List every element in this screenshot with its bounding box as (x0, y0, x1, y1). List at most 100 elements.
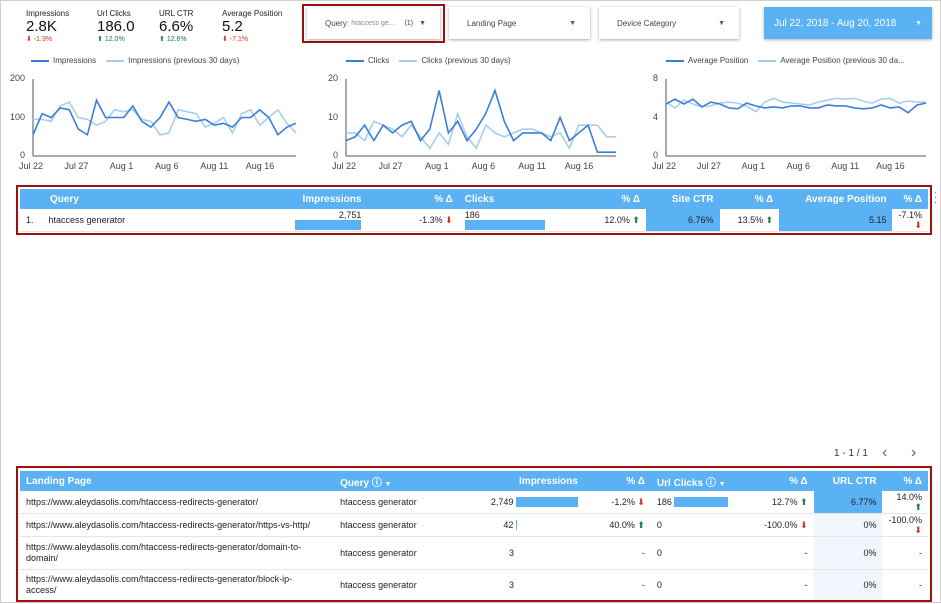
landing-page-label: Landing Page (467, 18, 517, 28)
impressions-value: 42 (503, 519, 514, 530)
col-delta[interactable]: % Δ (720, 189, 780, 209)
arrow-down-icon: ⬇ (914, 524, 922, 535)
arrow-up-icon: ⬆ (637, 519, 645, 530)
x-tick-label: Aug 16 (876, 161, 905, 171)
series-line-previous (33, 101, 297, 136)
query-cell: htaccess generator (334, 536, 463, 570)
y-tick-label: 200 (9, 73, 25, 83)
col-delta[interactable]: % Δ (892, 189, 928, 209)
col-url-ctr[interactable]: URL CTR (814, 471, 883, 491)
date-range-picker[interactable]: Jul 22, 2018 - Aug 20, 2018 ▼ (764, 7, 932, 39)
arrow-down-icon: ⬇ (800, 519, 808, 530)
landing-page-cell: https://www.aleydasolis.com/htaccess-red… (26, 574, 293, 595)
x-tick-label: Jul 22 (652, 161, 677, 171)
next-page-button[interactable]: › (911, 444, 916, 462)
series-line-current (32, 98, 297, 137)
date-range-label: Jul 22, 2018 - Aug 20, 2018 (774, 17, 897, 29)
delta-value: - (804, 580, 808, 590)
impressions-bar (515, 497, 578, 508)
col-delta[interactable]: % Δ (746, 471, 814, 491)
impressions-value: 3 (508, 580, 514, 590)
query-table: Query Impressions % Δ Clicks % Δ Site CT… (20, 189, 928, 232)
ctr-value: 6.76% (645, 209, 720, 232)
query-cell: htaccess generator (334, 491, 463, 514)
col-impressions[interactable]: Impressions (266, 189, 368, 209)
col-query[interactable]: Query (20, 189, 266, 209)
clicks-value: 186 (656, 496, 672, 507)
ctr-value: 0% (813, 513, 883, 537)
delta-value: -1.3% (419, 214, 443, 225)
more-options-icon[interactable]: · · · (934, 188, 937, 208)
clicks-value: 0 (650, 513, 746, 537)
scorecard-impressions: Impressions 2.8K ⬇ -1.3% (26, 9, 69, 43)
scorecard-value: 5.2 (222, 18, 243, 35)
impressions-bar (515, 520, 517, 531)
col-average-position[interactable]: Average Position (779, 189, 892, 209)
table-row[interactable]: https://www.aleydasolis.com/htaccess-red… (20, 513, 928, 537)
series-line-current (345, 88, 616, 153)
table-row[interactable]: https://www.aleydasolis.com/htaccess-red… (20, 569, 928, 600)
chart-legend: Average Position Average Position (previo… (666, 56, 905, 65)
x-tick-label: Aug 6 (155, 161, 179, 171)
table-header: Query Impressions % Δ Clicks % Δ Site CT… (20, 189, 928, 209)
arrow-down-icon: ⬇ (914, 219, 922, 230)
caret-down-icon: ▼ (419, 19, 426, 27)
x-tick-label: Aug 11 (518, 161, 547, 171)
col-query: Query (340, 477, 370, 489)
clicks-bar (464, 220, 545, 231)
legend-swatch-previous (758, 59, 777, 62)
device-category-label: Device Category (617, 18, 677, 28)
pagination-label: 1 - 1 / 1 (834, 448, 868, 459)
y-tick-label: 20 (327, 73, 338, 83)
table-row[interactable]: https://www.aleydasolis.com/htaccess-red… (20, 491, 928, 514)
col-delta[interactable]: % Δ (551, 189, 646, 209)
series-line-previous (346, 111, 616, 151)
y-tick-label: 0 (652, 150, 658, 160)
col-site-ctr[interactable]: Site CTR (646, 189, 720, 209)
arrow-down-icon: ⬇ (637, 496, 645, 507)
y-tick-label: 100 (9, 111, 25, 122)
y-tick-label: 4 (652, 111, 658, 122)
info-icon: ⓘ (705, 477, 716, 489)
query-cell: htaccess generator (48, 215, 126, 225)
legend-label-previous: Clicks (previous 30 days) (421, 56, 511, 65)
arrow-up-icon: ⬆ (914, 501, 922, 512)
ctr-value: 0% (813, 569, 883, 600)
series-line-previous (665, 97, 926, 113)
y-tick-label: 10 (327, 111, 338, 122)
scorecard-url-clicks: Url Clicks 186.0 ⬆ 12.0% (97, 9, 135, 43)
scorecard-label: URL CTR (159, 9, 194, 18)
scorecard-delta: -1.3% (33, 36, 53, 43)
table-row[interactable]: 1. htaccess generator 2,751 -1.3% ⬇ 186 … (20, 209, 928, 232)
col-impressions[interactable]: Impressions (462, 471, 584, 491)
caret-down-icon: ▼ (718, 19, 725, 27)
scorecard-value: 186.0 (97, 18, 135, 35)
previous-page-button[interactable]: ‹ (882, 444, 887, 462)
query-filter-dropdown[interactable]: Query: htaccess ge... (1) ▼ (307, 7, 440, 39)
delta-value: - (641, 580, 645, 590)
x-tick-label: Jul 22 (19, 161, 44, 171)
chart-legend: Clicks Clicks (previous 30 days) (346, 56, 511, 65)
impressions-value: 2,749 (490, 496, 514, 507)
x-tick-label: Aug 11 (831, 161, 860, 171)
table-row[interactable]: https://www.aleydasolis.com/htaccess-red… (20, 536, 928, 570)
col-delta[interactable]: % Δ (882, 471, 928, 491)
arrow-down-icon: ⬇ (445, 214, 453, 225)
query-cell: htaccess generator (340, 580, 417, 590)
x-tick-label: Aug 6 (471, 161, 496, 171)
clicks-value: 0 (650, 536, 746, 570)
x-tick-label: Aug 1 (109, 161, 134, 171)
device-category-dropdown[interactable]: Device Category ▼ (599, 7, 739, 39)
impressions-value: 3 (462, 536, 584, 570)
col-clicks[interactable]: Clicks (459, 189, 551, 209)
col-delta[interactable]: % Δ (367, 189, 458, 209)
col-delta[interactable]: % Δ (584, 471, 651, 491)
delta-value: - (919, 580, 922, 590)
sort-caret-icon: ▼ (718, 480, 726, 488)
clicks-value: 186 (464, 209, 480, 220)
clicks-bar (674, 497, 729, 508)
landing-table: Landing Page Query ⓘ ▼ Impressions % Δ U… (20, 471, 928, 600)
col-landing-page[interactable]: Landing Page (20, 471, 334, 491)
landing-page-dropdown[interactable]: Landing Page ▼ (449, 7, 590, 39)
y-tick-label: 0 (19, 150, 25, 160)
